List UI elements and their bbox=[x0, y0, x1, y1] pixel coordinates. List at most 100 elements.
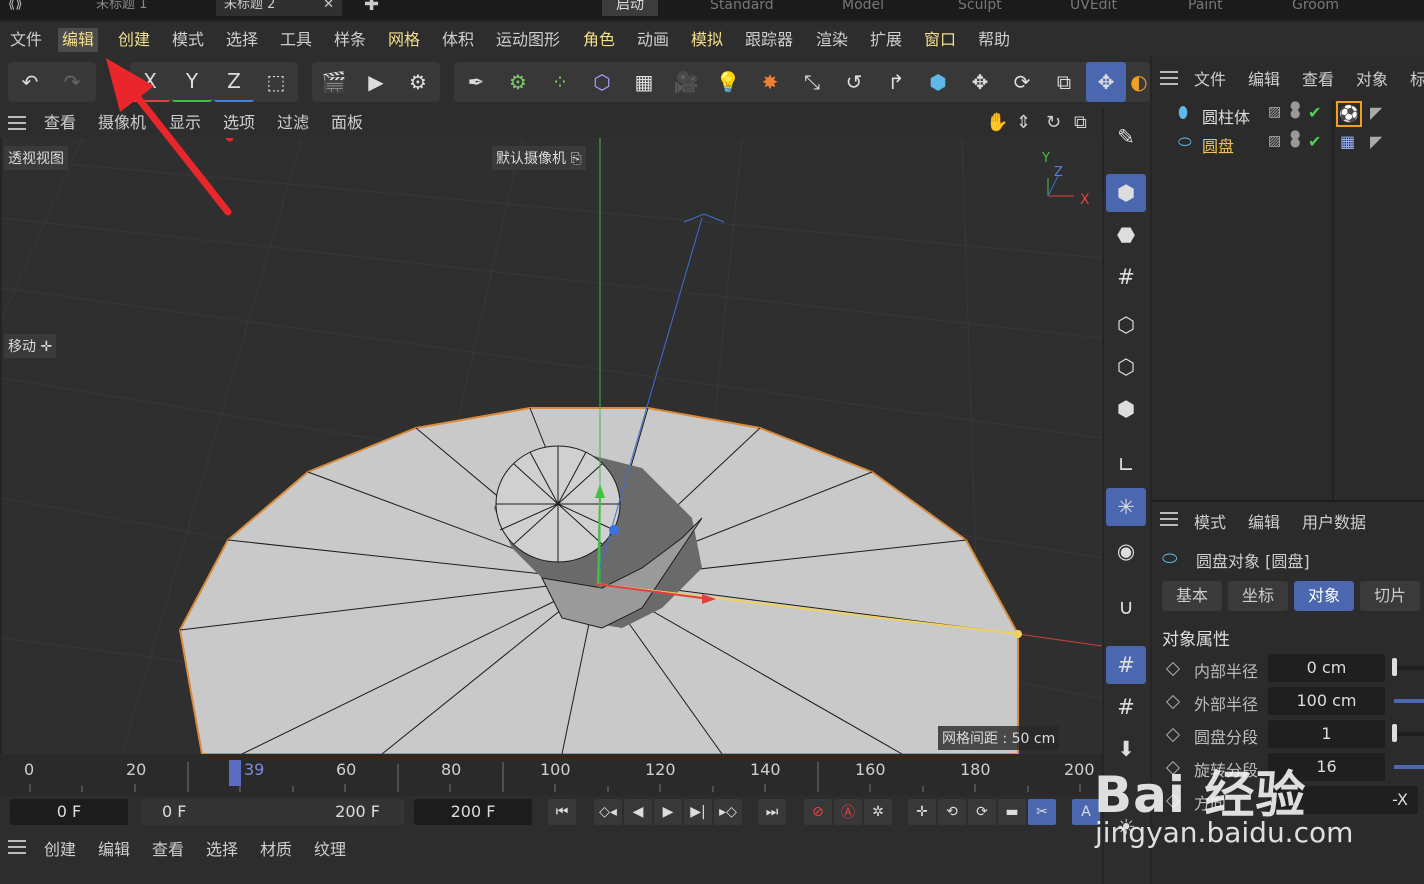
rotate-icon[interactable]: ⟳ bbox=[1002, 62, 1042, 102]
solo-view-icon[interactable]: ◉ bbox=[1106, 532, 1146, 570]
visibility-dots-icon[interactable]: ● ● bbox=[1290, 128, 1300, 148]
undo-icon[interactable]: ↶ bbox=[10, 62, 50, 102]
om-menu-view[interactable]: 查看 bbox=[1302, 66, 1334, 90]
outer-radius-slider[interactable] bbox=[1394, 699, 1424, 703]
next-key-icon[interactable]: ▸◇ bbox=[714, 799, 742, 825]
add-tab-icon[interactable]: ✚ bbox=[356, 0, 387, 16]
menu-mode[interactable]: 模式 bbox=[168, 28, 208, 52]
play-icon[interactable]: ▶ bbox=[654, 799, 682, 825]
playhead[interactable] bbox=[229, 760, 241, 786]
mat-menu-view[interactable]: 查看 bbox=[152, 836, 184, 860]
point-mode-icon[interactable]: ⬡ bbox=[1106, 306, 1146, 344]
object-row-disc[interactable]: ⬭ 圆盘 ▨ ● ● ✔ ▦ ◤ bbox=[1152, 128, 1424, 158]
attribute-hamburger-icon[interactable] bbox=[1160, 512, 1178, 526]
edit-pencil-icon[interactable]: ✎ bbox=[1106, 118, 1146, 156]
enabled-check-icon[interactable]: ✔ bbox=[1308, 103, 1321, 122]
texture-tag-icon[interactable]: ▦ bbox=[1340, 132, 1355, 151]
rotation-segments-slider[interactable] bbox=[1394, 765, 1424, 769]
close-tab-icon[interactable]: ✕ bbox=[323, 0, 334, 16]
object-manager-hamburger-icon[interactable] bbox=[1160, 71, 1178, 85]
inner-radius-field[interactable]: 0 cm bbox=[1268, 654, 1385, 682]
visibility-dots-icon[interactable]: ● ● bbox=[1290, 99, 1300, 119]
viewport-menu-panel[interactable]: 面板 bbox=[331, 111, 363, 135]
menu-extensions[interactable]: 扩展 bbox=[866, 28, 906, 52]
menu-character[interactable]: 角色 bbox=[579, 28, 619, 52]
phong-tag-icon[interactable]: ◤ bbox=[1370, 103, 1382, 122]
dolly-icon[interactable]: ⇕ bbox=[1016, 111, 1031, 135]
radius-handle[interactable] bbox=[1014, 630, 1022, 638]
om-menu-object[interactable]: 对象 bbox=[1356, 66, 1388, 90]
edge-mode-icon[interactable]: ⬡ bbox=[1106, 348, 1146, 386]
preview-range-slider[interactable]: 0 F 200 F bbox=[142, 799, 404, 825]
scale-corner-icon[interactable]: ⤡ bbox=[792, 62, 832, 102]
cloner-icon[interactable]: ⁘ bbox=[540, 62, 580, 102]
current-frame-field[interactable]: 0 F bbox=[10, 799, 128, 825]
model-mode-icon[interactable]: ⬢ bbox=[1106, 174, 1146, 212]
key-pla-icon[interactable]: ✂ bbox=[1028, 799, 1056, 825]
mat-menu-edit[interactable]: 编辑 bbox=[98, 836, 130, 860]
axis-mode-icon[interactable]: ∟ bbox=[1106, 446, 1146, 484]
axis-corner-icon[interactable]: ↱ bbox=[876, 62, 916, 102]
layout-tab-uvedit[interactable]: UVEdit bbox=[1070, 0, 1117, 16]
menu-mesh[interactable]: 网格 bbox=[384, 28, 424, 52]
doc-tab-2[interactable]: 未标题 2 ✕ bbox=[216, 0, 342, 16]
keyframe-diamond-icon[interactable] bbox=[1165, 694, 1181, 710]
workplane-icon[interactable]: # bbox=[1106, 258, 1146, 296]
magnet-snap-icon[interactable]: ∪ bbox=[1106, 588, 1146, 626]
tab-slice[interactable]: 切片 bbox=[1360, 581, 1420, 611]
inner-radius-slider[interactable] bbox=[1394, 666, 1424, 670]
layout-tab-paint[interactable]: Paint bbox=[1188, 0, 1223, 16]
layout-tab-startup[interactable]: 启动 bbox=[602, 0, 658, 16]
tab-basic[interactable]: 基本 bbox=[1162, 581, 1222, 611]
material-hamburger-icon[interactable] bbox=[8, 840, 26, 854]
maximize-view-icon[interactable]: ⧉ bbox=[1074, 111, 1087, 135]
pan-hand-icon[interactable]: ✋ bbox=[986, 111, 1008, 135]
tweak-mode-icon[interactable]: ✳ bbox=[1106, 488, 1146, 526]
menu-volume[interactable]: 体积 bbox=[438, 28, 478, 52]
enabled-check-icon[interactable]: ✔ bbox=[1308, 132, 1321, 151]
render-view-icon[interactable]: 🎬 bbox=[314, 62, 354, 102]
render-picture-viewer-icon[interactable]: ▶ bbox=[356, 62, 396, 102]
render-settings-icon[interactable]: ⚙ bbox=[398, 62, 438, 102]
layout-tab-groom[interactable]: Groom bbox=[1292, 0, 1339, 16]
record-icon[interactable]: ⊘ bbox=[804, 799, 832, 825]
am-menu-mode[interactable]: 模式 bbox=[1194, 509, 1226, 533]
viewport-menu-view[interactable]: 查看 bbox=[44, 111, 76, 135]
move-axes-icon[interactable]: ✥ bbox=[960, 62, 1000, 102]
material-tag-icon[interactable]: ⚽ bbox=[1336, 101, 1362, 127]
generator-icon[interactable]: ⚙ bbox=[498, 62, 538, 102]
key-scale-icon[interactable]: ⟳ bbox=[968, 799, 996, 825]
menu-help[interactable]: 帮助 bbox=[974, 28, 1014, 52]
key-rotation-icon[interactable]: ⟲ bbox=[938, 799, 966, 825]
cube-icon[interactable]: ⬢ bbox=[918, 62, 958, 102]
om-menu-tags[interactable]: 标 bbox=[1410, 66, 1424, 90]
am-menu-userdata[interactable]: 用户数据 bbox=[1302, 509, 1366, 533]
viewport-hamburger-icon[interactable] bbox=[8, 116, 26, 130]
polygon-mode-icon[interactable]: ⬢ bbox=[1106, 390, 1146, 428]
go-to-end-icon[interactable]: ⏭ bbox=[758, 799, 786, 825]
menu-animate[interactable]: 动画 bbox=[633, 28, 673, 52]
light-icon[interactable]: 💡 bbox=[708, 62, 748, 102]
autokey-icon[interactable]: Ⓐ bbox=[834, 799, 862, 825]
spline-pen-icon[interactable]: ✒ bbox=[456, 62, 496, 102]
keyframe-diamond-icon[interactable] bbox=[1165, 727, 1181, 743]
deformer-icon[interactable]: ⬡ bbox=[582, 62, 622, 102]
om-menu-file[interactable]: 文件 bbox=[1194, 66, 1226, 90]
mat-menu-select[interactable]: 选择 bbox=[206, 836, 238, 860]
layer-icon[interactable]: ▨ bbox=[1268, 104, 1281, 120]
rotate-corner-icon[interactable]: ↺ bbox=[834, 62, 874, 102]
layout-tab-standard[interactable]: Standard bbox=[710, 0, 774, 16]
orbit-icon[interactable]: ↻ bbox=[1046, 111, 1061, 135]
layer-icon[interactable]: ▨ bbox=[1268, 133, 1281, 149]
outer-radius-field[interactable]: 100 cm bbox=[1268, 687, 1385, 715]
prev-frame-icon[interactable]: ◀ bbox=[624, 799, 652, 825]
key-position-icon[interactable]: ✛ bbox=[908, 799, 936, 825]
key-param-icon[interactable]: ▬ bbox=[998, 799, 1026, 825]
menu-create[interactable]: 创建 bbox=[114, 28, 154, 52]
am-menu-edit[interactable]: 编辑 bbox=[1248, 509, 1280, 533]
snap-grid-icon[interactable]: # bbox=[1106, 646, 1146, 684]
menu-window[interactable]: 窗口 bbox=[920, 28, 960, 52]
field-grid-icon[interactable]: ▦ bbox=[624, 62, 664, 102]
tab-coordinates[interactable]: 坐标 bbox=[1228, 581, 1288, 611]
menu-tracker[interactable]: 跟踪器 bbox=[741, 28, 797, 52]
